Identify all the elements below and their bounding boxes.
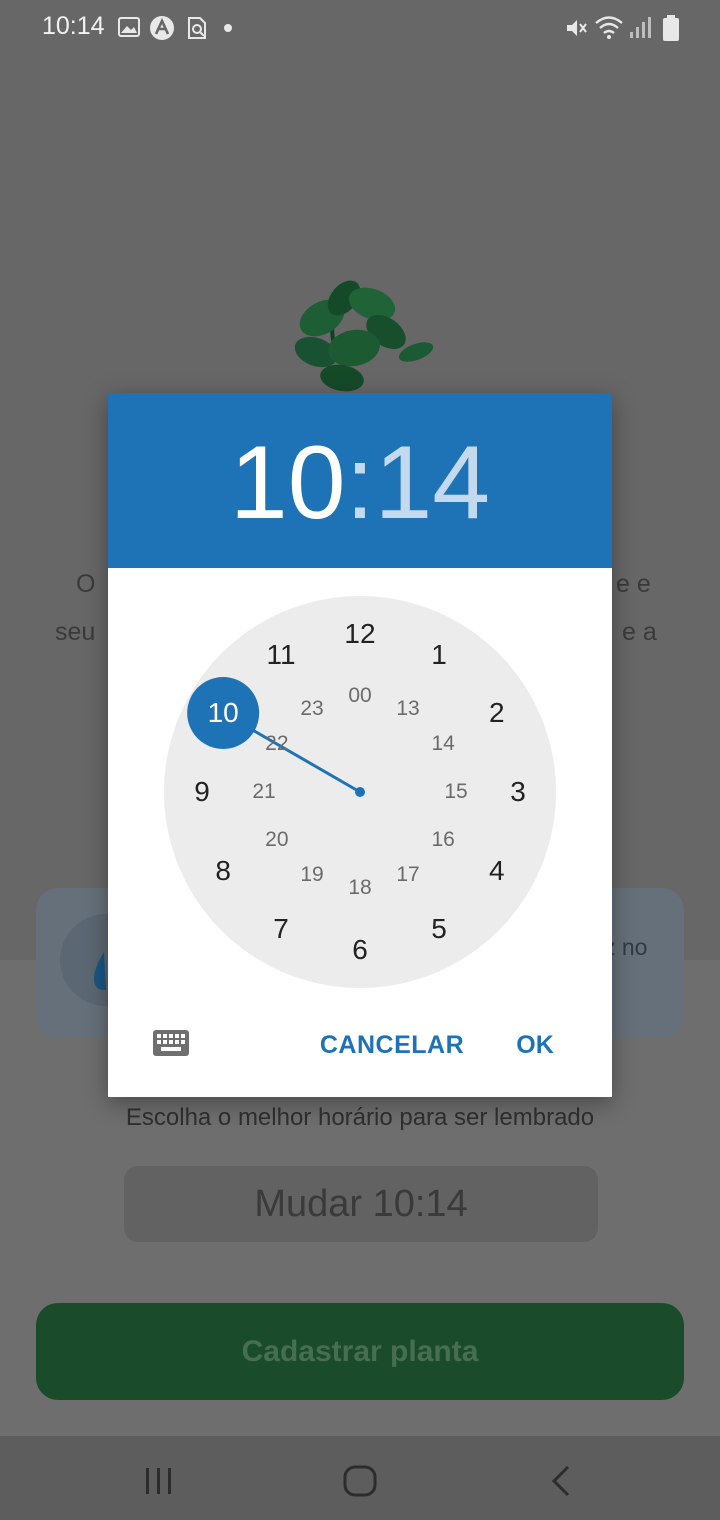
- navigation-bar: [0, 1436, 720, 1520]
- battery-icon: [663, 15, 679, 41]
- clock-hour-3[interactable]: 3: [510, 776, 526, 808]
- time-separator: :: [345, 425, 375, 541]
- plant-illustration: [294, 280, 434, 392]
- clock-hour-13[interactable]: 13: [396, 697, 419, 721]
- description-fragment: e e: [616, 570, 651, 598]
- ok-button[interactable]: OK: [500, 1025, 570, 1065]
- clock-hour-19[interactable]: 19: [300, 863, 323, 887]
- clock-hour-8[interactable]: 8: [215, 855, 231, 887]
- minute-display[interactable]: 14: [374, 425, 490, 541]
- clock-hour-1[interactable]: 1: [431, 639, 447, 671]
- clock-face[interactable]: 12 1 2 3 4 5 6 7 8 9 10 11 00 13 14 15 16 17 18 19 20 21 22 23: [164, 596, 556, 988]
- recent-apps-icon[interactable]: [143, 1466, 175, 1496]
- clock-hour-9[interactable]: 9: [194, 776, 210, 808]
- clock-hour-23[interactable]: 23: [300, 697, 323, 721]
- signal-icon: [630, 17, 651, 38]
- home-icon[interactable]: [342, 1464, 378, 1498]
- reminder-label: Escolha o melhor horário para ser lembra…: [125, 1104, 595, 1131]
- keyboard-icon[interactable]: [152, 1029, 190, 1057]
- change-time-button[interactable]: Mudar 10:14: [124, 1166, 598, 1242]
- clock-hour-4[interactable]: 4: [489, 855, 505, 887]
- clock-hand-layer: [187, 677, 365, 797]
- image-icon: [118, 17, 140, 37]
- hour-display[interactable]: 10: [230, 425, 346, 541]
- clock-hour-2[interactable]: 2: [489, 697, 505, 729]
- time-display: 10:14: [108, 423, 612, 543]
- time-picker-header: 10:14: [108, 393, 612, 568]
- clock-hour-17[interactable]: 17: [396, 863, 419, 887]
- clock-hour-00[interactable]: 00: [348, 684, 371, 708]
- clock-hour-7[interactable]: 7: [273, 913, 289, 945]
- description-fragment: seu: [55, 618, 96, 646]
- description-fragment: O: [76, 570, 96, 598]
- clock-hour-21[interactable]: 21: [252, 780, 275, 804]
- cancel-button[interactable]: CANCELAR: [312, 1025, 472, 1065]
- description-fragment: e a: [622, 618, 657, 646]
- mute-icon: [567, 20, 587, 36]
- clock-hour-10[interactable]: 10: [208, 697, 239, 729]
- clock-hour-6[interactable]: 6: [352, 934, 368, 966]
- clock-hour-11[interactable]: 11: [266, 639, 295, 671]
- clock-hour-15[interactable]: 15: [444, 780, 467, 804]
- wifi-icon: [595, 16, 623, 39]
- app-a-icon: [150, 16, 174, 40]
- search-doc-icon: [188, 17, 206, 39]
- clock-hour-22[interactable]: 22: [265, 732, 288, 756]
- clock-hour-14[interactable]: 14: [431, 732, 454, 756]
- register-plant-button[interactable]: Cadastrar planta: [36, 1303, 684, 1400]
- status-time: 10:14: [42, 12, 105, 40]
- dot-icon: [224, 24, 232, 32]
- clock-hour-18[interactable]: 18: [348, 876, 371, 900]
- back-icon[interactable]: [548, 1464, 574, 1498]
- time-picker-dialog: 10:14 12 1 2 3 4 5 6 7 8 9 10 11 00 13 14 15 16 17 18 19 20 2…: [108, 393, 612, 1097]
- clock-hour-16[interactable]: 16: [431, 828, 454, 852]
- status-bar: 10:14: [0, 0, 720, 56]
- clock-hour-12[interactable]: 12: [344, 618, 375, 650]
- clock-hour-20[interactable]: 20: [265, 828, 288, 852]
- clock-hour-5[interactable]: 5: [431, 913, 447, 945]
- clock-center-dot: [355, 787, 365, 797]
